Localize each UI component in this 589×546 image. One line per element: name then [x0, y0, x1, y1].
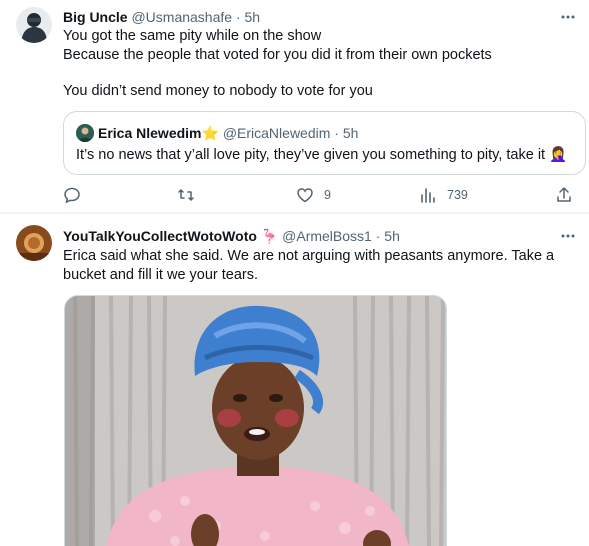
quoted-header: Erica Nlewedim⭐ @EricaNlewedim · 5h	[98, 124, 358, 142]
tweet-text-line: You didn’t send money to nobody to vote …	[63, 83, 373, 99]
timestamp[interactable]: 5h	[384, 228, 400, 244]
author-handle[interactable]: @Usmanashafe	[131, 9, 232, 25]
quoted-timestamp: 5h	[342, 125, 359, 141]
share-button[interactable]	[555, 184, 573, 206]
avatar-image	[16, 7, 52, 43]
tweet[interactable]: Big Uncle @Usmanashafe · 5h You got the …	[0, 0, 589, 213]
tweet-text: Erica said what she said. We are not arg…	[63, 247, 573, 285]
like-count: 9	[324, 188, 331, 202]
quoted-author-name: Erica Nlewedim	[98, 125, 202, 141]
quoted-tweet[interactable]: Erica Nlewedim⭐ @EricaNlewedim · 5h It’s…	[63, 111, 586, 175]
share-icon	[557, 187, 571, 202]
tweet-text-line: bucket and fill it we your tears.	[63, 267, 259, 283]
quoted-text: It’s no news that y’all love pity, they’…	[76, 146, 567, 165]
separator-dot: ·	[235, 9, 241, 25]
star-emoji: ⭐	[201, 125, 219, 141]
action-bar: 9 739	[63, 184, 577, 206]
views-chart-icon	[421, 188, 435, 203]
quoted-avatar	[76, 124, 94, 142]
retweet-button[interactable]	[177, 184, 205, 206]
more-dots-icon[interactable]	[559, 227, 577, 245]
avatar[interactable]	[16, 7, 52, 43]
avatar-image	[16, 225, 52, 261]
author-name[interactable]: Big Uncle	[63, 9, 128, 25]
tweet-text-line: Because the people that voted for you di…	[63, 47, 492, 63]
views-count: 739	[447, 188, 468, 202]
reply-icon	[64, 187, 80, 204]
tweet-header: Big Uncle @Usmanashafe · 5h	[63, 8, 260, 26]
quoted-author-handle: @EricaNlewedim	[222, 125, 331, 141]
quoted-text-content: It’s no news that y’all love pity, they’…	[76, 147, 546, 163]
reply-button[interactable]	[63, 184, 91, 206]
heart-icon	[297, 188, 313, 203]
tweet-header: YouTalkYouCollectWotoWoto 🦩 @ArmelBoss1 …	[63, 227, 400, 245]
timestamp[interactable]: 5h	[245, 9, 261, 25]
author-name[interactable]: YouTalkYouCollectWotoWoto	[63, 228, 257, 244]
views-button[interactable]: 739	[419, 184, 468, 206]
tweet-text-line: Erica said what she said. We are not arg…	[63, 248, 555, 264]
tweet-text: You got the same pity while on the show …	[63, 27, 573, 101]
tweet[interactable]: YouTalkYouCollectWotoWoto 🦩 @ArmelBoss1 …	[0, 214, 589, 546]
facepalm-emoji: 🤦‍♀️	[549, 147, 568, 163]
separator-dot: ·	[375, 228, 381, 244]
avatar[interactable]	[16, 225, 52, 261]
flamingo-emoji: 🦩	[260, 228, 279, 244]
video-media[interactable]	[64, 295, 447, 546]
more-dots-icon[interactable]	[559, 8, 577, 26]
retweet-icon	[178, 189, 194, 201]
tweet-text-line: You got the same pity while on the show	[63, 28, 322, 44]
video-still	[65, 296, 446, 546]
author-handle[interactable]: @ArmelBoss1	[282, 228, 372, 244]
separator-dot: ·	[334, 125, 339, 141]
like-button[interactable]: 9	[296, 184, 331, 206]
